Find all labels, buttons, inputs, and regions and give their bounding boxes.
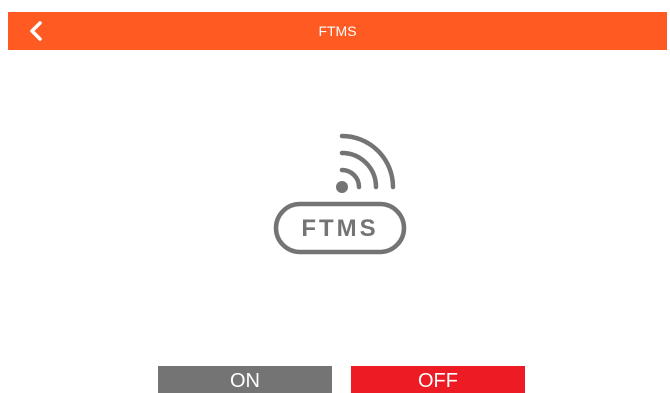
ftms-icon-label: FTMS xyxy=(301,215,378,242)
on-button[interactable]: ON xyxy=(158,366,332,393)
ftms-screen: FTMS FTMS ON OFF xyxy=(0,0,670,393)
off-button[interactable]: OFF xyxy=(351,366,525,393)
header-bar: FTMS xyxy=(8,12,667,50)
ftms-wireless-icon: FTMS xyxy=(270,132,410,258)
page-title: FTMS xyxy=(318,23,357,39)
signal-dot xyxy=(336,181,348,193)
